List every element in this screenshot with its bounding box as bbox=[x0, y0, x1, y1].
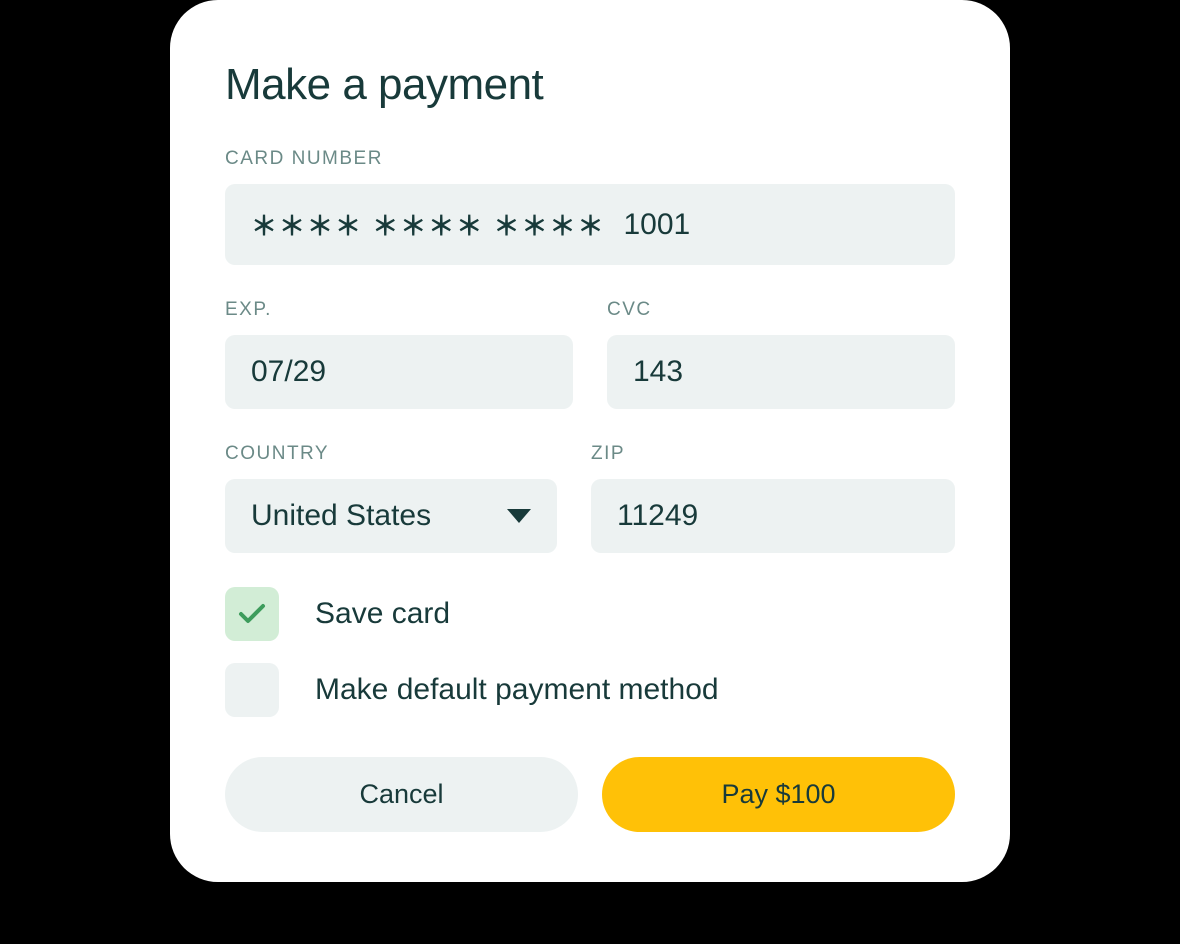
card-number-label: CARD NUMBER bbox=[225, 148, 955, 170]
cancel-button[interactable]: Cancel bbox=[225, 757, 578, 832]
chevron-down-icon bbox=[507, 509, 531, 523]
make-default-checkbox[interactable] bbox=[225, 663, 279, 717]
cvc-input[interactable] bbox=[607, 335, 955, 409]
country-label: COUNTRY bbox=[225, 443, 557, 465]
payment-card: Make a payment CARD NUMBER ＊＊＊＊ ＊＊＊＊ ＊＊＊… bbox=[170, 0, 1010, 882]
save-card-label: Save card bbox=[315, 597, 450, 631]
make-default-label: Make default payment method bbox=[315, 673, 719, 707]
card-number-input[interactable]: ＊＊＊＊ ＊＊＊＊ ＊＊＊＊ 1001 bbox=[225, 184, 955, 265]
exp-input[interactable] bbox=[225, 335, 573, 409]
exp-label: EXP. bbox=[225, 299, 573, 321]
country-select[interactable]: United States bbox=[225, 479, 557, 553]
zip-input[interactable] bbox=[591, 479, 955, 553]
checkmark-icon bbox=[238, 603, 266, 625]
card-number-masked: ＊＊＊＊ ＊＊＊＊ ＊＊＊＊ bbox=[251, 206, 605, 243]
page-title: Make a payment bbox=[225, 60, 955, 110]
save-card-checkbox[interactable] bbox=[225, 587, 279, 641]
pay-button[interactable]: Pay $100 bbox=[602, 757, 955, 832]
cvc-label: CVC bbox=[607, 299, 955, 321]
country-value: United States bbox=[251, 499, 431, 533]
zip-label: ZIP bbox=[591, 443, 955, 465]
card-number-last-digits: 1001 bbox=[623, 208, 690, 242]
